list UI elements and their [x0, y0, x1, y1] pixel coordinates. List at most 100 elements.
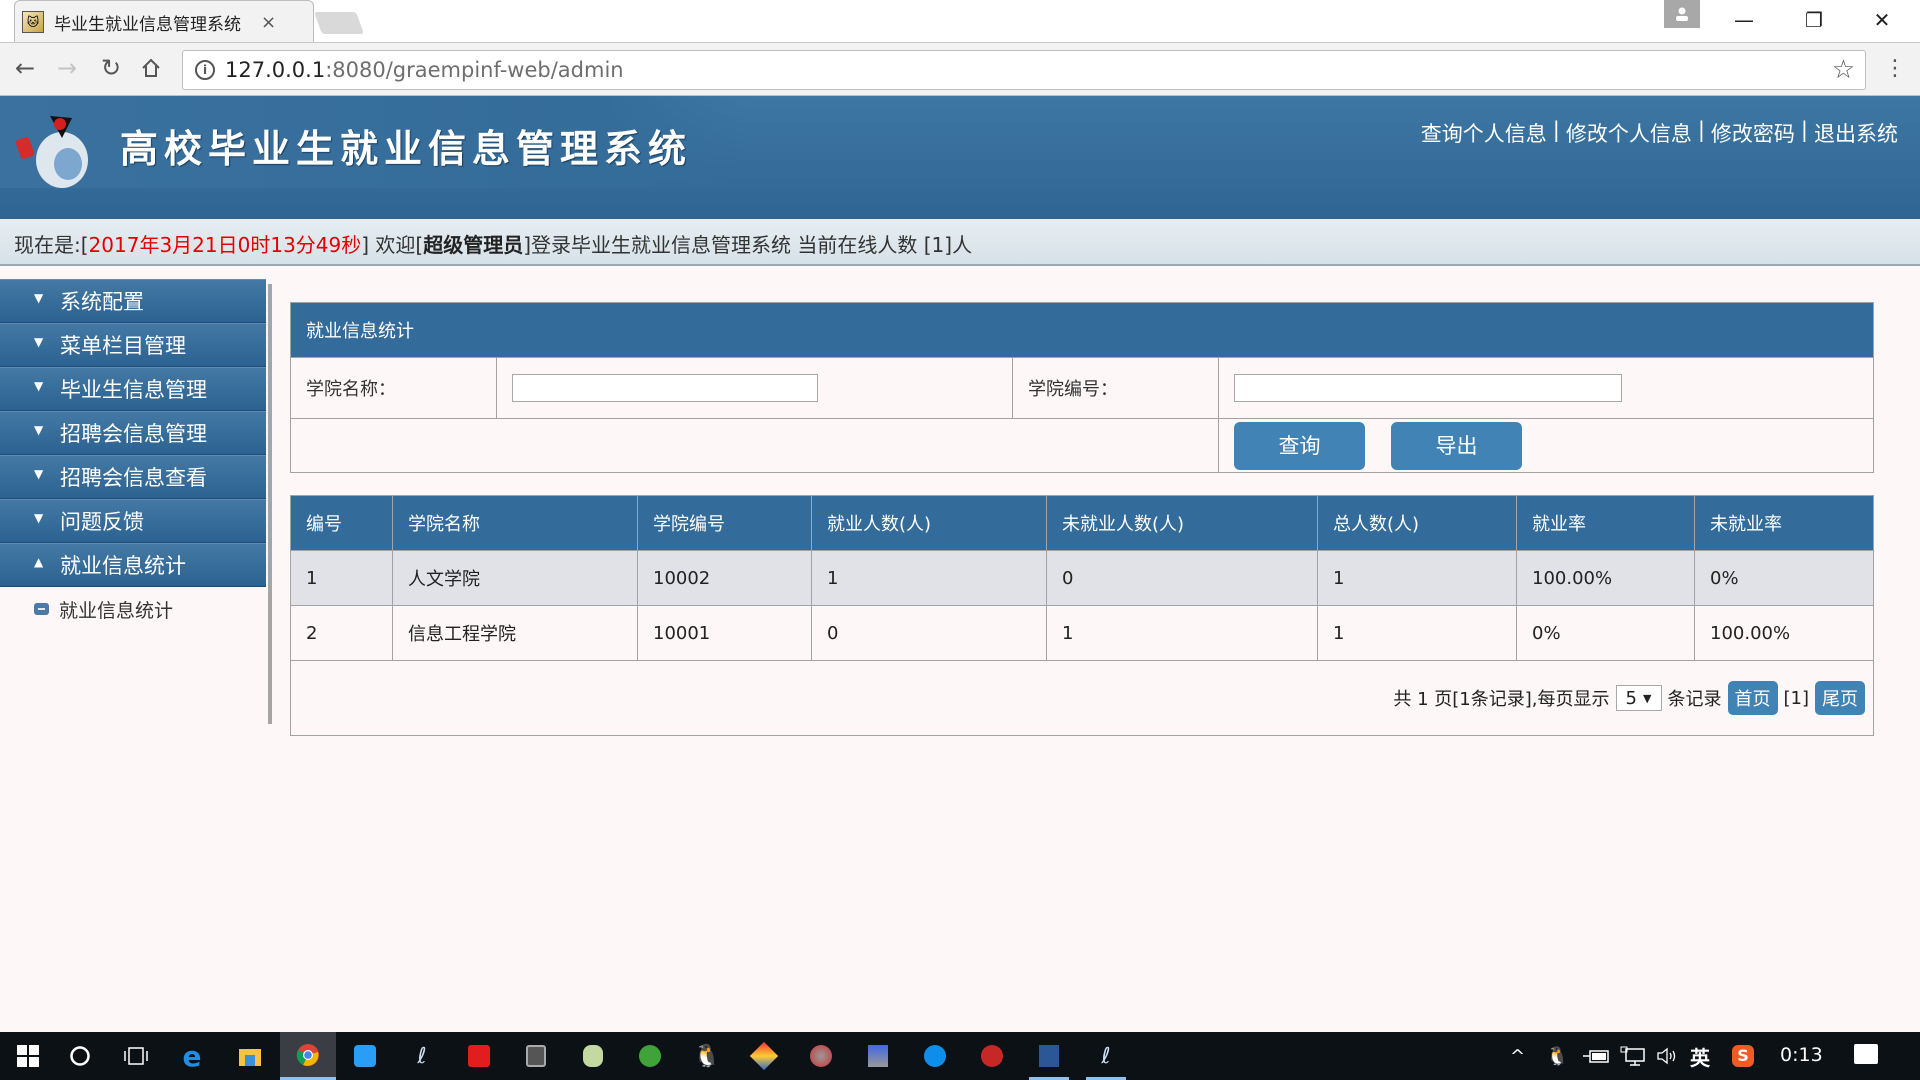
eclipse-running-icon[interactable]: ℓ	[1078, 1032, 1134, 1080]
cell-unemployment-rate: 0%	[1694, 550, 1874, 606]
sidebar-item-label: 招聘会信息管理	[60, 422, 207, 446]
cell-college-code: 10002	[637, 550, 812, 606]
minus-square-icon	[34, 603, 49, 615]
browser-toolbar: ← → ↻ i 127.0.0.1:8080/graempinf-web/adm…	[0, 42, 1920, 96]
task-view-icon[interactable]	[108, 1032, 164, 1080]
last-page-button[interactable]: 尾页	[1815, 681, 1865, 715]
pagination: 共 1 页[1条记录],每页显示 5 ▼ 条记录 首页 [1] 尾页	[1393, 681, 1865, 715]
teamviewer-icon[interactable]	[907, 1032, 963, 1080]
first-page-button[interactable]: 首页	[1727, 681, 1778, 715]
logout-link[interactable]: 退出系统	[1814, 118, 1898, 148]
status-welcome: ] 欢迎[	[361, 233, 424, 257]
profile-icon[interactable]	[1664, 0, 1700, 28]
close-window-icon[interactable]: ✕	[1852, 0, 1912, 40]
minimize-icon[interactable]: —	[1714, 0, 1774, 40]
table-row[interactable]: 2 信息工程学院 10001 0 1 1 0% 100.00%	[290, 605, 1874, 661]
chrome-icon[interactable]	[280, 1032, 336, 1080]
view-profile-link[interactable]: 查询个人信息	[1421, 118, 1547, 148]
user-role: 超级管理员	[423, 233, 524, 257]
sidebar-item-graduate-management[interactable]: ▼ 毕业生信息管理	[0, 367, 266, 411]
edge-browser-icon[interactable]: e	[164, 1032, 220, 1080]
link-separator: |	[1800, 118, 1808, 142]
college-name-label: 学院名称：	[290, 357, 497, 419]
green-app-icon[interactable]	[622, 1032, 678, 1080]
volume-icon[interactable]	[1656, 1032, 1680, 1080]
link-separator: |	[1697, 118, 1705, 142]
windows-start-icon[interactable]	[0, 1032, 56, 1080]
browser-menu-icon[interactable]: ⋮	[1880, 51, 1910, 87]
eclipse-icon[interactable]: ℓ	[394, 1032, 450, 1080]
search-form: 就业信息统计 学院名称： 学院编号： 查询 导出	[290, 302, 1874, 473]
home-icon[interactable]	[134, 51, 168, 85]
table-row[interactable]: 1 人文学院 10002 1 0 1 100.00% 0%	[290, 550, 1874, 606]
ime-language-indicator[interactable]: 英	[1690, 1032, 1710, 1080]
change-password-link[interactable]: 修改密码	[1711, 118, 1795, 148]
file-explorer-icon[interactable]	[222, 1032, 278, 1080]
sidebar-item-system-config[interactable]: ▼ 系统配置	[0, 279, 266, 323]
forward-icon[interactable]: →	[50, 51, 84, 85]
battery-icon[interactable]	[1582, 1032, 1610, 1080]
edit-profile-link[interactable]: 修改个人信息	[1566, 118, 1692, 148]
sidebar-item-menu-management[interactable]: ▼ 菜单栏目管理	[0, 323, 266, 367]
address-bar[interactable]: i 127.0.0.1:8080/graempinf-web/admin ☆	[182, 50, 1866, 90]
pagination-row: 共 1 页[1条记录],每页显示 5 ▼ 条记录 首页 [1] 尾页	[290, 660, 1874, 736]
sidebar-item-feedback[interactable]: ▼ 问题反馈	[0, 499, 266, 543]
tab-close-icon[interactable]: ×	[261, 12, 276, 33]
college-code-input[interactable]	[1234, 374, 1622, 402]
network-icon[interactable]	[1620, 1032, 1646, 1080]
reload-icon[interactable]: ↻	[94, 51, 128, 85]
word-icon[interactable]	[1021, 1032, 1077, 1080]
college-name-input[interactable]	[512, 374, 818, 402]
sublime-text-icon[interactable]	[508, 1032, 564, 1080]
browser-tab-content[interactable]: 🐱 毕业生就业信息管理系统 ×	[22, 0, 276, 44]
cell-unemployed: 0	[1046, 550, 1318, 606]
url-path: :8080/graempinf-web/admin	[325, 58, 624, 82]
taskbar-clock[interactable]: 0:13	[1780, 1044, 1823, 1066]
new-tab-button[interactable]	[313, 12, 365, 34]
table-header-row: 编号 学院名称 学院编号 就业人数(人) 未就业人数(人) 总人数(人) 就业率…	[290, 495, 1874, 551]
qq-icon[interactable]: 🐧	[679, 1032, 735, 1080]
url-text[interactable]: 127.0.0.1:8080/graempinf-web/admin	[225, 58, 624, 82]
red-app-icon[interactable]	[964, 1032, 1020, 1080]
sidebar-item-label: 招聘会信息查看	[60, 466, 207, 490]
sidebar-subitem-label: 就业信息统计	[59, 599, 174, 622]
tray-overflow-icon[interactable]: ^	[1510, 1032, 1525, 1080]
sidebar-item-employment-stats[interactable]: ▲ 就业信息统计	[0, 543, 266, 587]
sidebar-subitem-employment-stats[interactable]: 就业信息统计	[0, 587, 266, 631]
cortana-search-icon[interactable]	[52, 1032, 108, 1080]
network-tool-icon[interactable]	[850, 1032, 906, 1080]
baidu-input-icon[interactable]	[337, 1032, 393, 1080]
sidebar-scrollbar[interactable]	[268, 284, 272, 724]
netease-music-icon[interactable]	[451, 1032, 507, 1080]
college-code-label: 学院编号：	[1012, 357, 1219, 419]
query-button[interactable]: 查询	[1234, 421, 1365, 470]
bookmark-star-icon[interactable]: ☆	[1832, 55, 1855, 85]
sidebar-item-job-fair-management[interactable]: ▼ 招聘会信息管理	[0, 411, 266, 455]
action-center-icon[interactable]	[1854, 1044, 1878, 1064]
expand-arrow-icon: ▼	[34, 379, 44, 393]
java-duke-logo-icon	[15, 116, 88, 188]
cell-employed: 0	[811, 605, 1047, 661]
sogou-ime-icon[interactable]: S	[1732, 1032, 1754, 1080]
cell-id: 2	[290, 605, 393, 661]
tray-qq-icon[interactable]: 🐧	[1546, 1032, 1568, 1080]
sidebar-menu: ▼ 系统配置 ▼ 菜单栏目管理 ▼ 毕业生信息管理 ▼ 招聘会信息管理 ▼ 招聘…	[0, 279, 266, 739]
export-button[interactable]: 导出	[1391, 421, 1522, 470]
back-icon[interactable]: ←	[8, 51, 42, 85]
tab-title: 毕业生就业信息管理系统	[54, 14, 241, 35]
panel-title: 就业信息统计	[290, 302, 1874, 358]
expand-arrow-icon: ▼	[34, 335, 44, 349]
sidebar-item-job-fair-view[interactable]: ▼ 招聘会信息查看	[0, 455, 266, 499]
col-header-unemployed: 未就业人数(人)	[1046, 495, 1318, 551]
site-info-icon[interactable]: i	[195, 60, 215, 80]
colorful-app-icon[interactable]	[736, 1032, 792, 1080]
database-tool-icon[interactable]	[565, 1032, 621, 1080]
restore-icon[interactable]: ❐	[1784, 0, 1844, 40]
tomcat-favicon-icon: 🐱	[22, 11, 44, 33]
page-size-select[interactable]: 5 ▼	[1615, 685, 1662, 711]
current-page[interactable]: [1]	[1784, 688, 1810, 709]
col-header-college-name: 学院名称	[392, 495, 638, 551]
link-separator: |	[1552, 118, 1560, 142]
sidebar-item-label: 问题反馈	[60, 510, 144, 534]
disc-app-icon[interactable]	[793, 1032, 849, 1080]
